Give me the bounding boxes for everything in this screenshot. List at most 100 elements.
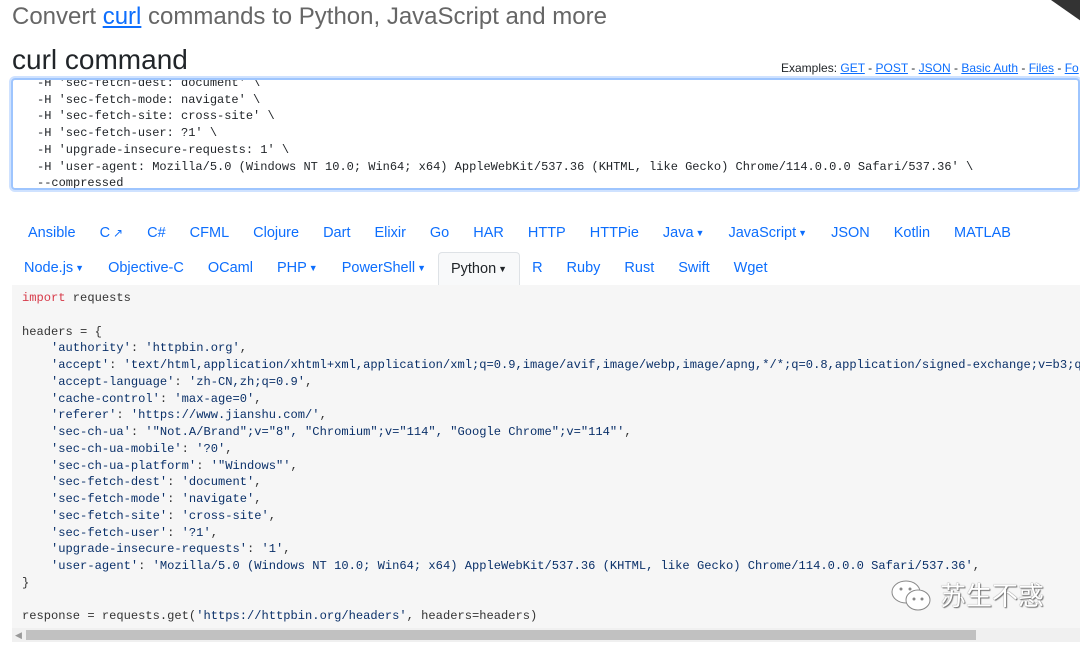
tab-wget[interactable]: Wget (722, 252, 780, 285)
tab-go[interactable]: Go (418, 217, 461, 250)
tab-har[interactable]: HAR (461, 217, 516, 250)
tab-python[interactable]: Python ▼ (437, 252, 521, 286)
language-tabs-row-2: Node.js ▼ Objective-C OCaml PHP ▼ PowerShell ▼ P… (12, 252, 780, 286)
tab-label: Ruby (566, 260, 601, 276)
code-line: 'accept-language': 'zh-CN,zh;q=0.9', (51, 374, 313, 389)
tab-r[interactable]: R (520, 252, 554, 285)
tab-objective-c[interactable]: Objective-C (96, 252, 196, 285)
title-text: Convert (12, 3, 103, 30)
string-literal: 'sec-fetch-mode' (51, 492, 168, 506)
example-link[interactable]: Files (1029, 61, 1054, 75)
string-literal: 'accept' (51, 358, 110, 372)
tab-label: Dart (323, 225, 351, 241)
external-link-icon: ↗ (113, 226, 124, 240)
tab-rust[interactable]: Rust (612, 252, 666, 285)
tab-javascript[interactable]: JavaScript ▼ (716, 217, 819, 250)
tab-label: Go (429, 225, 450, 241)
separator: - (907, 61, 919, 75)
string-literal: 'upgrade-insecure-requests' (51, 542, 247, 557)
string-literal: 'sec-fetch-site' (51, 508, 168, 523)
example-link[interactable]: Basic Auth (961, 61, 1018, 75)
example-link[interactable]: GET (840, 61, 864, 75)
code-line: 'user-agent': 'Mozilla/5.0 (Windows NT 1… (51, 559, 980, 573)
scroll-left-arrow-icon[interactable]: ◀ (15, 628, 22, 642)
title-text-end: commands to Python, JavaScript and more (141, 3, 607, 30)
string-literal: 'https://www.jianshu.com/' (130, 408, 320, 423)
tab-c[interactable]: C ↗ (88, 217, 136, 250)
horizontal-scrollbar[interactable]: ◀ (12, 628, 1080, 642)
tab-swift[interactable]: Swift (666, 252, 721, 285)
tab-httpie[interactable]: HTTPie (578, 217, 651, 250)
example-link[interactable]: Fo (1065, 61, 1079, 75)
example-link[interactable]: POST (875, 61, 907, 75)
string-literal: 'Mozilla/5.0 (Windows NT 10.0; Win64; x6… (152, 559, 973, 573)
tab-c-[interactable]: C# (135, 217, 178, 250)
examples-label: Examples: (781, 61, 841, 75)
code-line: 'upgrade-insecure-requests': '1', (51, 542, 291, 557)
string-literal: '"Windows"' (210, 458, 291, 473)
string-literal: 'authority' (51, 341, 131, 356)
string-literal: 'cache-control' (51, 391, 160, 406)
tab-node-js[interactable]: Node.js ▼ (12, 252, 96, 285)
tab-label: Kotlin (893, 225, 931, 241)
tab-php[interactable]: PHP ▼ (265, 252, 330, 285)
tab-clojure[interactable]: Clojure (241, 217, 311, 250)
tab-label: Swift (678, 260, 710, 276)
string-literal: 'httpbin.org' (145, 341, 240, 356)
tab-elixir[interactable]: Elixir (362, 217, 417, 250)
tab-java[interactable]: Java ▼ (651, 217, 717, 250)
curl-command-text[interactable]: -H 'sec-fetch-dest: document' \ -H 'sec-… (37, 80, 973, 188)
code-line: 'authority': 'httpbin.org', (51, 341, 248, 356)
code-line: import requests (22, 291, 131, 305)
examples-links: Examples: GET - POST - JSON - Basic Auth… (781, 61, 1079, 75)
keyword: import (22, 291, 66, 305)
tab-label: Ansible (28, 225, 76, 241)
tab-label: HTTP (527, 225, 566, 241)
tab-label: Wget (733, 260, 768, 276)
scrollbar-thumb[interactable] (26, 630, 976, 640)
string-literal: 'user-agent' (51, 559, 139, 573)
string-literal: 'sec-ch-ua-mobile' (51, 441, 182, 456)
tab-ocaml[interactable]: OCaml (196, 252, 265, 285)
string-literal: 'sec-fetch-dest' (51, 475, 168, 490)
code-line: 'sec-fetch-dest': 'document', (51, 475, 262, 490)
language-tabs-row-1: Ansible C ↗ C# CFML Clojure Dart Elixir Go HAR HTT… (16, 217, 1023, 250)
code-line: 'sec-ch-ua': '"Not.A/Brand";v="8", "Chro… (51, 425, 632, 439)
curl-command-input[interactable]: -H 'sec-fetch-dest: document' \ -H 'sec-… (11, 78, 1080, 190)
watermark: 苏生不惑 (890, 578, 1044, 614)
corner-decoration (1036, 0, 1080, 25)
tab-powershell[interactable]: PowerShell ▼ (330, 252, 438, 285)
tab-label: Elixir (374, 225, 406, 241)
string-literal: '?1' (181, 525, 211, 540)
code-line: 'sec-fetch-site': 'cross-site', (51, 508, 277, 523)
tab-label: JavaScript (728, 225, 797, 241)
tab-dart[interactable]: Dart (311, 217, 362, 250)
tab-label: C# (147, 225, 166, 241)
tab-cfml[interactable]: CFML (178, 217, 241, 250)
tab-label: CFML (189, 225, 230, 241)
string-literal: 'sec-fetch-user' (51, 525, 168, 540)
tab-kotlin[interactable]: Kotlin (882, 217, 942, 250)
tab-label: Rust (624, 260, 655, 276)
example-link[interactable]: JSON (919, 61, 951, 75)
string-literal: 'zh-CN,zh;q=0.9' (188, 374, 306, 389)
caret-down-icon: ▼ (75, 263, 85, 273)
tab-ruby[interactable]: Ruby (555, 252, 613, 285)
string-literal: '?0' (196, 441, 226, 456)
code-line: 'accept': 'text/html,application/xhtml+x… (22, 357, 1080, 374)
tab-label: Clojure (253, 225, 300, 241)
tab-matlab[interactable]: MATLAB (942, 217, 1023, 250)
tab-label: C (99, 225, 111, 241)
curl-link[interactable]: curl (103, 3, 142, 30)
tab-http[interactable]: HTTP (516, 217, 578, 250)
code-line: 'sec-ch-ua-platform': '"Windows"', (51, 458, 298, 473)
code-block: import requests headers = { 'authority':… (22, 290, 1080, 625)
tab-json[interactable]: JSON (819, 217, 882, 250)
generated-code-output[interactable]: import requests headers = { 'authority':… (12, 285, 1080, 628)
tab-label: HAR (473, 225, 504, 241)
tab-ansible[interactable]: Ansible (16, 217, 88, 250)
code-line: 'sec-ch-ua-mobile': '?0', (51, 441, 233, 456)
string-literal: 'text/html,application/xhtml+xml,applica… (123, 358, 1080, 372)
tab-label: MATLAB (954, 225, 1011, 241)
string-literal: 'document' (181, 475, 255, 490)
